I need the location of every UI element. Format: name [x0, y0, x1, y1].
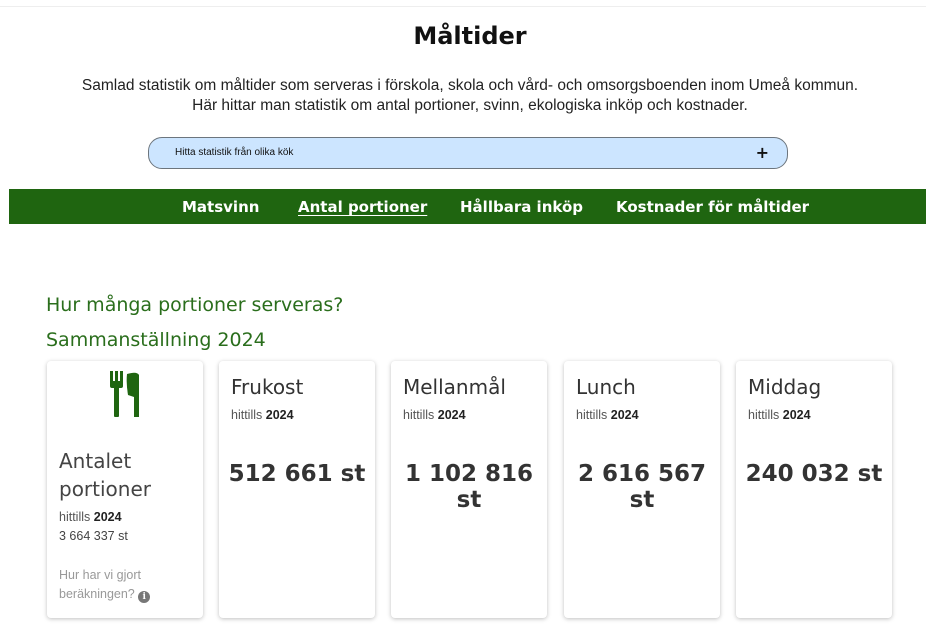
year-label: 2024	[610, 408, 639, 422]
meal-card-lunch: Lunch hittills 2024 2 616 567 st	[564, 361, 720, 618]
meal-card-title: Lunch	[576, 375, 636, 399]
meal-card-middag: Middag hittills 2024 240 032 st	[736, 361, 892, 618]
how-calculated-text: Hur har vi gjort beräkningen?	[59, 568, 141, 601]
nav-item-matsvinn[interactable]: Matsvinn	[182, 198, 259, 216]
cutlery-icon	[110, 371, 139, 417]
meal-card-value: 240 032 st	[745, 461, 883, 487]
section-summary: Sammanställning 2024	[46, 329, 266, 351]
total-card-period: hittills 2024	[59, 510, 122, 524]
total-portions-card: Antalet portioner hittills 2024 3 664 33…	[47, 361, 203, 618]
info-icon[interactable]: i	[138, 591, 151, 603]
subtitle-line-2: Här hittar man statistik om antal portio…	[192, 97, 748, 114]
hittills-label: hittills	[231, 408, 263, 422]
meal-card-period: hittills 2024	[231, 408, 294, 422]
plus-icon: +	[755, 143, 769, 162]
year-label: 2024	[782, 408, 811, 422]
meal-card-value: 512 661 st	[228, 461, 366, 487]
nav-item-antal-portioner[interactable]: Antal portioner	[298, 198, 427, 216]
hittills-label: hittills	[59, 510, 91, 524]
nav-item-hallbara-inkop[interactable]: Hållbara inköp	[460, 198, 583, 216]
top-divider	[0, 6, 926, 7]
meal-card-frukost: Frukost hittills 2024 512 661 st	[219, 361, 375, 618]
year-label: 2024	[437, 408, 466, 422]
year-label: 2024	[93, 510, 122, 524]
how-calculated-link[interactable]: Hur har vi gjort beräkningen? i	[59, 566, 189, 604]
year-label: 2024	[265, 408, 294, 422]
kitchen-selector-label: Hitta statistik från olika kök	[175, 147, 294, 158]
total-card-value: 3 664 337 st	[59, 529, 128, 543]
page-subtitle: Samlad statistik om måltider som servera…	[0, 76, 926, 116]
meal-card-period: hittills 2024	[403, 408, 466, 422]
meal-card-title: Frukost	[231, 375, 304, 399]
meal-card-title: Mellanmål	[403, 375, 506, 399]
page-title: Måltider	[413, 22, 527, 50]
meal-card-period: hittills 2024	[748, 408, 811, 422]
subtitle-line-1: Samlad statistik om måltider som servera…	[81, 77, 859, 94]
total-card-title: Antalet portioner	[59, 449, 151, 501]
main-navigation: Matsvinn Antal portioner Hållbara inköp …	[9, 189, 926, 224]
meal-card-value: 2 616 567 st	[577, 461, 707, 513]
hittills-label: hittills	[576, 408, 608, 422]
meal-card-mellanmal: Mellanmål hittills 2024 1 102 816 st	[391, 361, 547, 618]
meal-card-value: 1 102 816 st	[404, 461, 534, 513]
meal-card-title: Middag	[748, 375, 822, 399]
section-question: Hur många portioner serveras?	[46, 294, 344, 316]
meal-card-period: hittills 2024	[576, 408, 639, 422]
hittills-label: hittills	[748, 408, 780, 422]
kitchen-selector-button[interactable]: Hitta statistik från olika kök +	[148, 137, 788, 169]
hittills-label: hittills	[403, 408, 435, 422]
nav-item-kostnader[interactable]: Kostnader för måltider	[616, 198, 809, 216]
